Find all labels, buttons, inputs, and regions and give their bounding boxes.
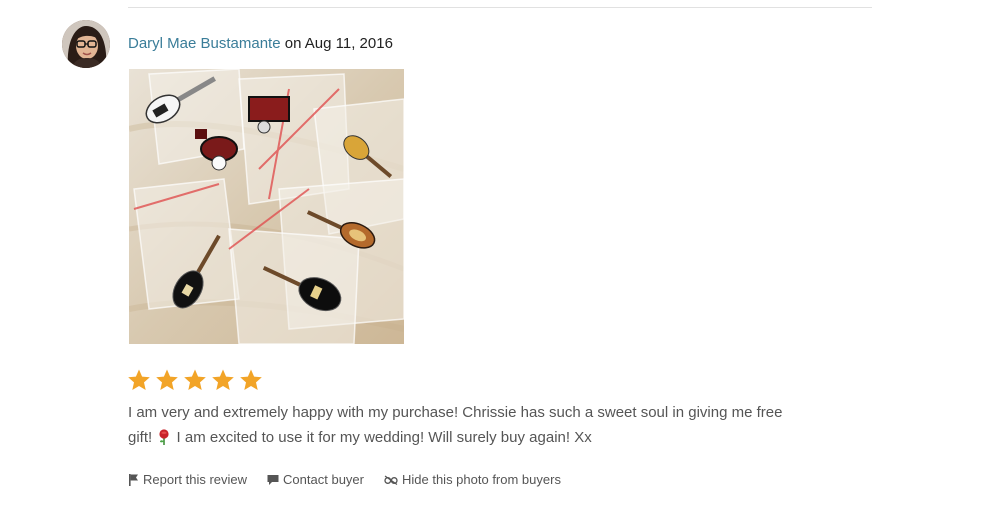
flag-icon	[129, 474, 138, 486]
hide-photo-link[interactable]: Hide this photo from buyers	[384, 472, 561, 487]
contact-buyer-link[interactable]: Contact buyer	[267, 472, 364, 487]
review-photo[interactable]	[129, 69, 404, 344]
rose-emoji-icon	[157, 428, 171, 454]
review-header: Daryl Mae Bustamante on Aug 11, 2016	[128, 35, 393, 53]
review-actions: Report this review Contact buyer Hide th…	[128, 472, 561, 487]
report-review-label: Report this review	[143, 472, 248, 487]
hide-photo-label: Hide this photo from buyers	[401, 472, 561, 487]
reviewer-avatar[interactable]	[62, 20, 110, 68]
star-icon	[184, 369, 206, 390]
hide-eye-icon	[384, 475, 398, 485]
star-rating	[127, 368, 263, 392]
guitar-pins-photo	[129, 69, 404, 344]
star-icon	[240, 369, 262, 390]
top-divider	[128, 7, 872, 8]
message-icon	[267, 474, 279, 485]
star-icon	[156, 369, 178, 390]
report-review-link[interactable]: Report this review	[128, 472, 247, 487]
reviewer-name-link[interactable]: Daryl Mae Bustamante	[128, 35, 281, 52]
contact-buyer-label: Contact buyer	[283, 472, 364, 487]
avatar-image	[62, 20, 110, 68]
review-text: I am very and extremely happy with my pu…	[128, 401, 808, 453]
review-text-part2: I am excited to use it for my wedding! W…	[176, 428, 592, 446]
star-icon	[212, 369, 234, 390]
review-date: Aug 11, 2016	[304, 35, 393, 52]
star-icon	[128, 369, 150, 390]
date-prefix: on	[284, 35, 302, 52]
